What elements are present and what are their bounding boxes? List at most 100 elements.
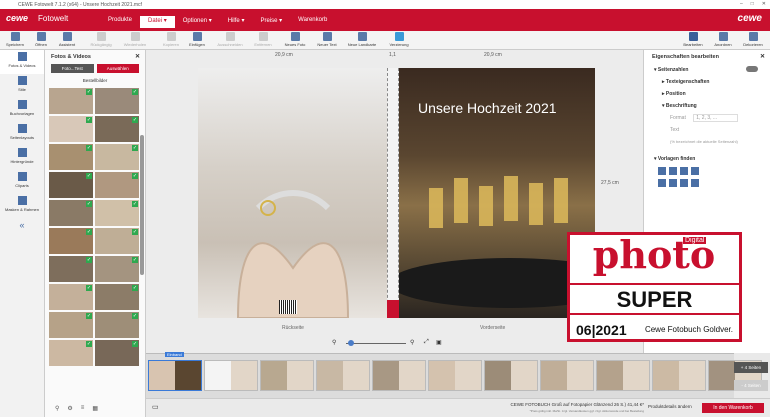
tab-folder[interactable]: Foto...Test <box>51 64 94 73</box>
screen-icon[interactable]: ▭ <box>152 403 159 411</box>
maximize-button[interactable]: □ <box>751 1 754 7</box>
close-window-button[interactable]: ✕ <box>762 1 766 7</box>
open-button[interactable]: Öffnen <box>28 32 54 47</box>
save-button[interactable]: Speichern <box>2 32 28 47</box>
text-properties-row[interactable]: ▸ Texteigenschaften <box>644 76 770 88</box>
template-icon[interactable] <box>680 179 688 187</box>
panel-scrollbar[interactable] <box>140 135 144 275</box>
filter-icon[interactable]: ⚙ <box>67 405 72 417</box>
cover-title[interactable]: Unsere Hochzeit 2021 <box>418 100 557 116</box>
photo-thumbnail[interactable]: ✓ <box>49 144 93 170</box>
new-text-button[interactable]: Neuer Text <box>314 32 340 47</box>
photo-thumbnail[interactable]: ✓ <box>95 200 139 226</box>
collapse-nav-icon[interactable]: « <box>0 218 44 242</box>
photo-thumbnail[interactable]: ✓ <box>95 256 139 282</box>
photo-thumbnail[interactable]: ✓ <box>49 116 93 142</box>
menu-hilfe[interactable]: Hilfe ▾ <box>220 16 253 28</box>
add-pages-button[interactable]: + 4 Seiten <box>734 362 768 373</box>
close-icon[interactable]: ✕ <box>135 53 140 60</box>
add-to-cart-button[interactable]: In den Warenkorb <box>702 403 764 413</box>
page-thumbnail[interactable] <box>428 360 482 391</box>
delete-button[interactable]: Entfernen <box>250 32 276 47</box>
new-map-button[interactable]: Neue Landkarte <box>344 32 380 47</box>
nav-cliparts[interactable]: Cliparts <box>0 170 44 194</box>
template-icon[interactable] <box>669 179 677 187</box>
photo-thumbnail[interactable]: ✓ <box>95 116 139 142</box>
product-details-button[interactable]: Produktdetails ändern <box>648 404 692 409</box>
photo-thumbnail[interactable]: ✓ <box>49 256 93 282</box>
nav-photos-videos[interactable]: Fotos & Videos <box>0 50 44 74</box>
zoom-slider[interactable] <box>348 340 354 346</box>
photo-thumbnail[interactable]: ✓ <box>49 228 93 254</box>
decorate-mode-button[interactable]: Dekorieren <box>740 32 766 47</box>
assistant-button[interactable]: Assistent <box>54 32 80 47</box>
page-thumbnail[interactable] <box>596 360 650 391</box>
nav-book-templates[interactable]: Buchvorlagen <box>0 98 44 122</box>
view-icon[interactable]: ▦ <box>92 405 98 417</box>
template-icon[interactable] <box>691 167 699 175</box>
caption-row[interactable]: ▾ Beschriftung <box>644 100 770 112</box>
text-field[interactable]: Text <box>644 124 770 136</box>
photo-thumbnail[interactable]: ✓ <box>49 312 93 338</box>
spine[interactable] <box>387 68 399 318</box>
photo-thumbnail[interactable]: ✓ <box>49 172 93 198</box>
arrange-mode-button[interactable]: Anordnen <box>710 32 736 47</box>
position-row[interactable]: ▸ Position <box>644 88 770 100</box>
page-thumbnail[interactable] <box>148 360 202 391</box>
page-thumbnail[interactable] <box>540 360 594 391</box>
menu-warenkorb[interactable]: Warenkorb <box>290 16 335 28</box>
tab-select[interactable]: Auswählen <box>96 64 139 73</box>
fit-page-icon[interactable]: ⤢ <box>424 339 429 346</box>
template-icon[interactable] <box>669 167 677 175</box>
photo-thumbnail[interactable]: ✓ <box>49 340 93 366</box>
photo-thumbnail[interactable]: ✓ <box>95 88 139 114</box>
page-thumbnail[interactable] <box>260 360 314 391</box>
redo-button[interactable]: Wiederholen <box>122 32 148 47</box>
page-thumbnail[interactable] <box>316 360 370 391</box>
decoration-button[interactable]: Verzierung <box>386 32 412 47</box>
photo-thumbnail[interactable]: ✓ <box>95 144 139 170</box>
nav-masks-frames[interactable]: Masken & Rahmen <box>0 194 44 218</box>
back-cover-page[interactable] <box>198 68 387 319</box>
paste-button[interactable]: Einfügen <box>184 32 210 47</box>
template-icon[interactable] <box>691 179 699 187</box>
menu-produkte[interactable]: Produkte <box>100 16 140 28</box>
zoom-track[interactable] <box>346 343 406 344</box>
photo-thumbnail[interactable]: ✓ <box>95 340 139 366</box>
template-icon[interactable] <box>680 167 688 175</box>
preview-icon[interactable]: ▣ <box>436 339 442 346</box>
new-photo-button[interactable]: Neues Foto <box>282 32 308 47</box>
templates-row[interactable]: ▾ Vorlagen finden <box>644 153 770 165</box>
close-icon[interactable]: ✕ <box>760 53 765 60</box>
page-thumbnail[interactable] <box>652 360 706 391</box>
cut-button[interactable]: Ausschneiden <box>214 32 246 47</box>
nav-backgrounds[interactable]: Hintergründe <box>0 146 44 170</box>
template-icon[interactable] <box>658 179 666 187</box>
photo-thumbnail[interactable]: ✓ <box>95 284 139 310</box>
minimize-button[interactable]: – <box>740 1 743 7</box>
menu-optionen[interactable]: Optionen ▾ <box>175 16 220 28</box>
template-icon[interactable] <box>658 167 666 175</box>
format-field[interactable]: Format 1, 2, 3, ... <box>644 112 770 124</box>
photo-thumbnail[interactable]: ✓ <box>95 172 139 198</box>
page-thumbnail[interactable] <box>204 360 258 391</box>
page-thumbnail[interactable] <box>484 360 538 391</box>
menu-datei[interactable]: Datei ▾ <box>140 16 175 28</box>
edit-mode-button[interactable]: Bearbeiten <box>680 32 706 47</box>
nav-page-layouts[interactable]: Seitenlayouts <box>0 122 44 146</box>
photo-thumbnail[interactable]: ✓ <box>95 228 139 254</box>
photo-thumbnail[interactable]: ✓ <box>49 88 93 114</box>
copy-button[interactable]: Kopieren <box>158 32 184 47</box>
remove-pages-button[interactable]: - 4 Seiten <box>734 380 768 391</box>
photo-thumbnail[interactable]: ✓ <box>49 200 93 226</box>
page-thumbnail[interactable] <box>372 360 426 391</box>
zoom-out-icon[interactable]: ⚲ <box>332 339 336 346</box>
photo-thumbnail[interactable]: ✓ <box>49 284 93 310</box>
zoom-icon[interactable]: ⚲ <box>55 405 59 417</box>
nav-styles[interactable]: Stile <box>0 74 44 98</box>
photo-thumbnail[interactable]: ✓ <box>95 312 139 338</box>
page-numbers-toggle[interactable] <box>746 66 758 72</box>
zoom-in-icon[interactable]: ⚲ <box>410 339 414 346</box>
menu-preise[interactable]: Preise ▾ <box>252 16 290 28</box>
undo-button[interactable]: Rückgängig <box>88 32 114 47</box>
